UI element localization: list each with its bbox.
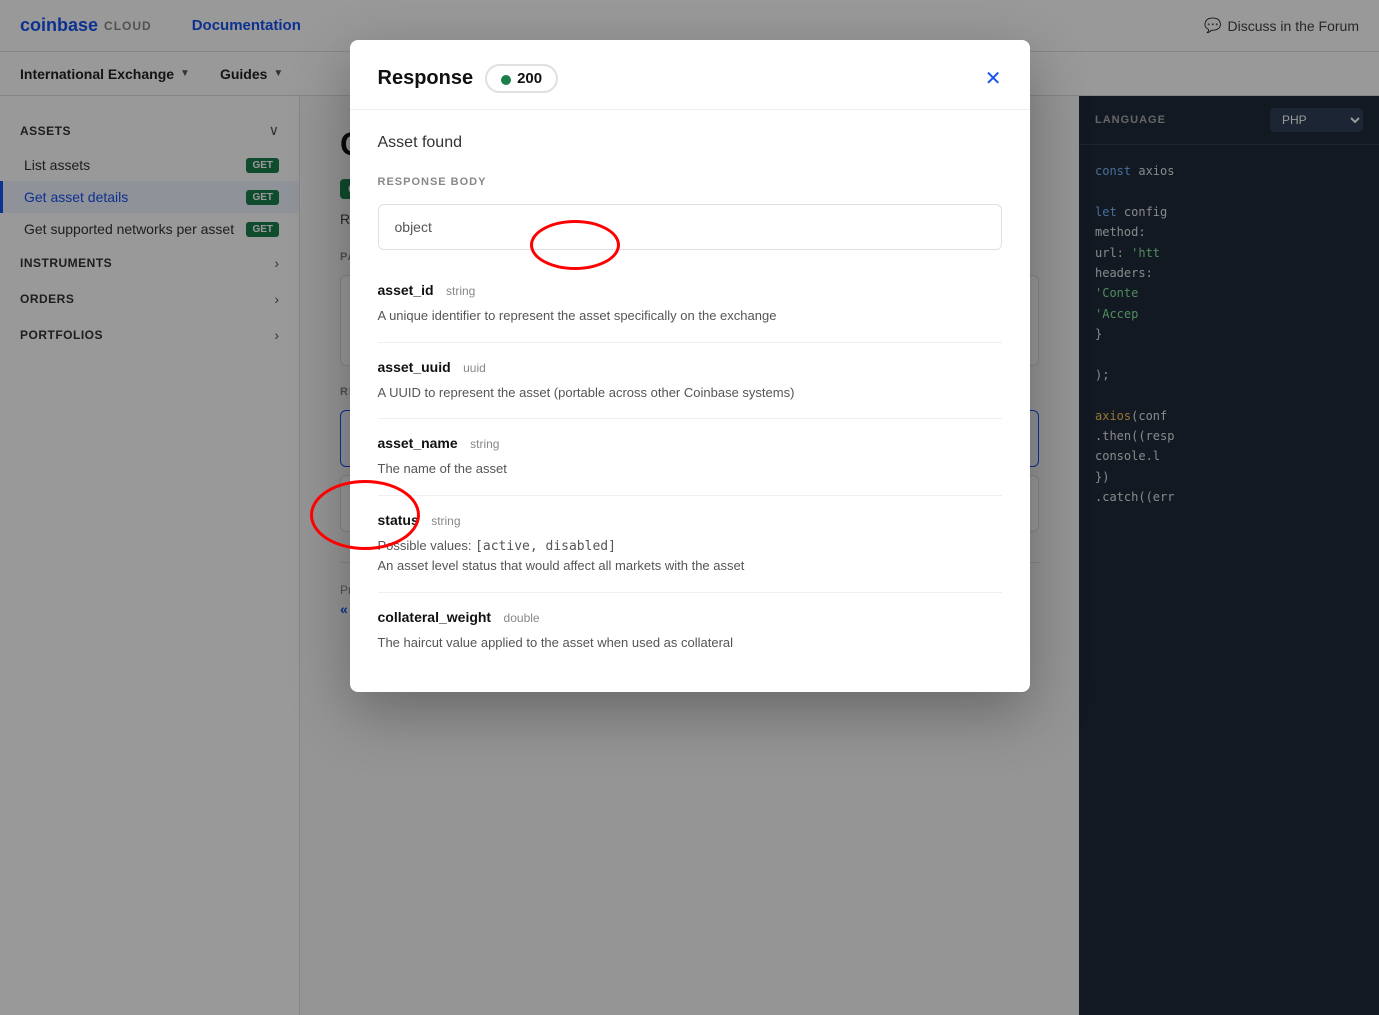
field-status: status string Possible values: [active, … [378,496,1002,593]
field-status-header: status string [378,512,1002,530]
modal-status-text: Asset found [378,134,1002,152]
modal-title-area: Response 200 [378,64,559,93]
field-asset-id-header: asset_id string [378,282,1002,300]
field-asset-id-type: string [446,284,475,298]
field-status-values: [active, disabled] [475,539,616,554]
field-collateral-type: double [504,611,540,625]
field-asset-uuid: asset_uuid uuid A UUID to represent the … [378,343,1002,420]
field-asset-name: asset_name string The name of the asset [378,419,1002,496]
field-collateral-header: collateral_weight double [378,609,1002,627]
field-asset-name-name: asset_name [378,435,458,451]
field-asset-uuid-header: asset_uuid uuid [378,359,1002,377]
field-status-desc-text: An asset level status that would affect … [378,558,745,573]
field-asset-name-desc: The name of the asset [378,459,1002,479]
field-asset-id-desc: A unique identifier to represent the ass… [378,306,1002,326]
field-collateral-name: collateral_weight [378,609,492,625]
modal-body: Asset found RESPONSE BODY object asset_i… [350,110,1030,692]
field-asset-name-type: string [470,437,499,451]
response-modal: Response 200 ✕ Asset found RESPONSE BODY… [350,40,1030,692]
modal-status-code: 200 [517,70,542,87]
modal-close-button[interactable]: ✕ [985,66,1002,91]
field-status-name: status [378,512,419,528]
field-status-desc: Possible values: [active, disabled] An a… [378,536,1002,576]
field-status-possible-label: Possible values: [378,538,476,553]
field-collateral-desc: The haircut value applied to the asset w… [378,633,1002,653]
field-asset-id: asset_id string A unique identifier to r… [378,266,1002,343]
field-asset-id-name: asset_id [378,282,434,298]
response-type-box: object [378,204,1002,250]
modal-header: Response 200 ✕ [350,40,1030,110]
field-collateral-weight: collateral_weight double The haircut val… [378,593,1002,669]
response-type: object [395,219,432,235]
modal-overlay: Response 200 ✕ Asset found RESPONSE BODY… [0,0,1379,1015]
field-status-type: string [431,514,460,528]
field-asset-uuid-type: uuid [463,361,486,375]
response-body-label: RESPONSE BODY [378,176,1002,188]
modal-status-dot [501,75,511,85]
modal-status-badge: 200 [485,64,558,93]
field-asset-uuid-desc: A UUID to represent the asset (portable … [378,383,1002,403]
field-asset-name-header: asset_name string [378,435,1002,453]
modal-title: Response [378,67,474,90]
field-asset-uuid-name: asset_uuid [378,359,451,375]
